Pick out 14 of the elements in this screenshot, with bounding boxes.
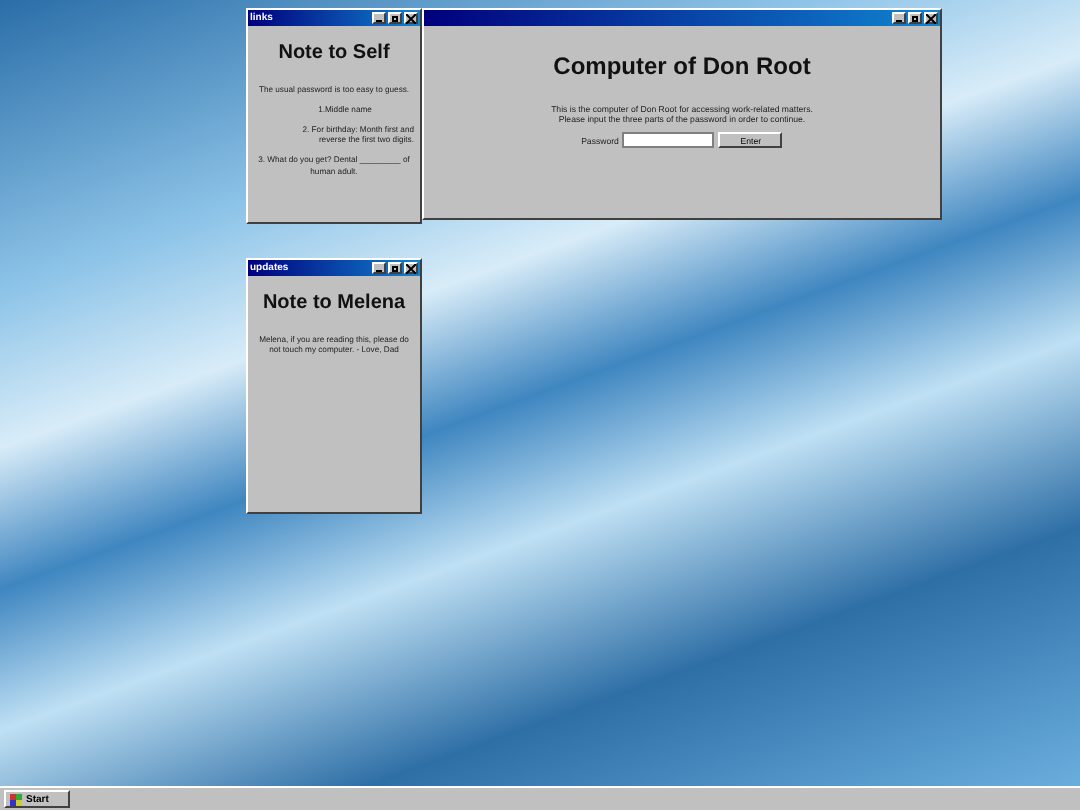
password-field[interactable] [622, 132, 715, 149]
note-heading: Note to Melena [262, 292, 406, 314]
minimize-icon[interactable] [892, 12, 906, 24]
maximize-icon[interactable] [388, 12, 402, 24]
maximize-icon[interactable] [388, 262, 402, 274]
login-heading: Computer of Don Root [553, 52, 811, 80]
close-icon[interactable] [924, 12, 938, 24]
windows-logo-icon [10, 793, 22, 805]
minimize-icon[interactable] [372, 12, 386, 24]
note-heading: Note to Self [278, 42, 390, 64]
minimize-icon[interactable] [372, 262, 386, 274]
close-icon[interactable] [404, 12, 418, 24]
maximize-icon[interactable] [908, 12, 922, 24]
close-icon[interactable] [404, 262, 418, 274]
